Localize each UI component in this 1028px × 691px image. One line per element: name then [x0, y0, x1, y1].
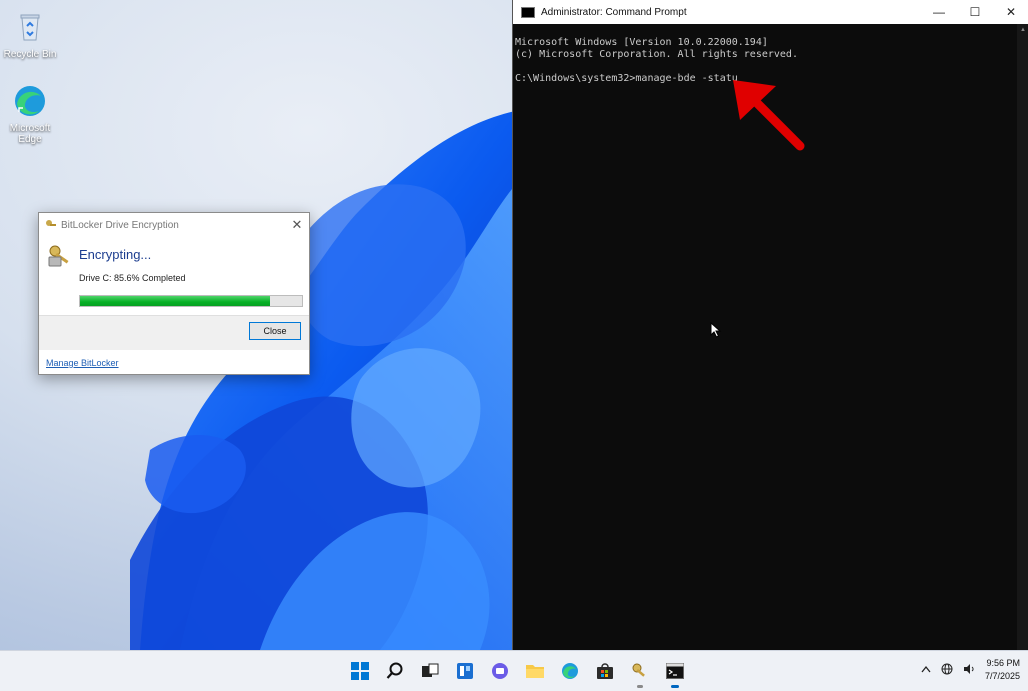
encryption-progress-bar	[79, 295, 303, 307]
terminal-line: Microsoft Windows [Version 10.0.22000.19…	[515, 37, 768, 48]
taskbar: 9:56 PM 7/7/2025	[0, 650, 1028, 691]
command-prompt-taskbar-button[interactable]	[661, 657, 689, 688]
search-button[interactable]	[381, 657, 409, 685]
edge-icon	[15, 86, 45, 116]
bitlocker-footer: Close	[39, 315, 309, 350]
chat-icon	[492, 663, 508, 679]
network-icon[interactable]	[941, 663, 953, 678]
close-button[interactable]: ✕	[993, 5, 1028, 19]
bitlocker-body: Encrypting... Drive C: 85.6% Completed	[39, 237, 309, 315]
annotation-arrow-icon	[733, 80, 805, 151]
scroll-up-icon[interactable]: ▲	[1017, 24, 1028, 36]
cmd-scrollbar[interactable]: ▲	[1017, 24, 1028, 650]
command-prompt-icon	[666, 663, 684, 679]
bitlocker-dialog: BitLocker Drive Encryption ✕ Encrypting.…	[38, 212, 310, 375]
store-icon	[597, 663, 613, 679]
volume-icon[interactable]	[963, 663, 975, 678]
close-button[interactable]: Close	[249, 322, 301, 340]
chat-button[interactable]	[486, 657, 514, 685]
recycle-bin-icon	[20, 14, 40, 41]
minimize-button[interactable]: —	[921, 5, 957, 19]
bitlocker-title: BitLocker Drive Encryption	[61, 219, 179, 231]
file-explorer-icon	[526, 665, 544, 678]
desktop-icon-label: Recycle Bin	[3, 49, 57, 60]
taskbar-clock[interactable]: 9:56 PM 7/7/2025	[985, 657, 1020, 683]
edge-icon	[562, 663, 578, 679]
terminal-line: (c) Microsoft Corporation. All rights re…	[515, 49, 798, 60]
bitlocker-keys-icon	[46, 220, 56, 226]
taskbar-apps	[346, 657, 689, 688]
task-view-button[interactable]	[416, 657, 444, 685]
mouse-cursor-icon	[710, 322, 722, 338]
widgets-button[interactable]	[451, 657, 479, 685]
clock-time: 9:56 PM	[986, 658, 1020, 668]
encryption-progress-fill	[80, 296, 271, 306]
command-prompt-icon	[521, 6, 535, 18]
clock-date: 7/7/2025	[984, 671, 1020, 681]
cmd-title: Administrator: Command Prompt	[541, 6, 687, 18]
bitlocker-status: Drive C: 85.6% Completed	[79, 273, 186, 283]
bitlocker-icon	[632, 663, 645, 677]
edge-button[interactable]	[556, 657, 584, 685]
widgets-icon	[457, 663, 473, 679]
maximize-button[interactable]: ☐	[957, 5, 993, 19]
desktop-icon-recycle-bin[interactable]: Recycle Bin	[0, 10, 60, 60]
task-view-icon	[422, 663, 439, 677]
search-icon	[386, 662, 403, 679]
file-explorer-button[interactable]	[521, 657, 549, 685]
bitlocker-title-bar[interactable]: BitLocker Drive Encryption ✕	[39, 213, 309, 237]
close-icon[interactable]: ✕	[285, 217, 309, 233]
start-icon	[351, 662, 369, 680]
system-tray: 9:56 PM 7/7/2025	[921, 657, 1020, 683]
bitlocker-heading: Encrypting...	[79, 247, 152, 262]
cmd-title-bar[interactable]: Administrator: Command Prompt — ☐ ✕	[513, 0, 1028, 24]
bitlocker-taskbar-button[interactable]	[626, 657, 654, 688]
chevron-up-icon[interactable]	[921, 665, 931, 676]
desktop-icon-label: Microsoft Edge	[9, 123, 51, 145]
store-button[interactable]	[591, 657, 619, 685]
start-button[interactable]	[346, 657, 374, 685]
bitlocker-drive-keys-icon	[48, 245, 69, 267]
desktop-icon-edge[interactable]: Microsoft Edge	[0, 84, 60, 145]
manage-bitlocker-link[interactable]: Manage BitLocker	[46, 358, 119, 368]
